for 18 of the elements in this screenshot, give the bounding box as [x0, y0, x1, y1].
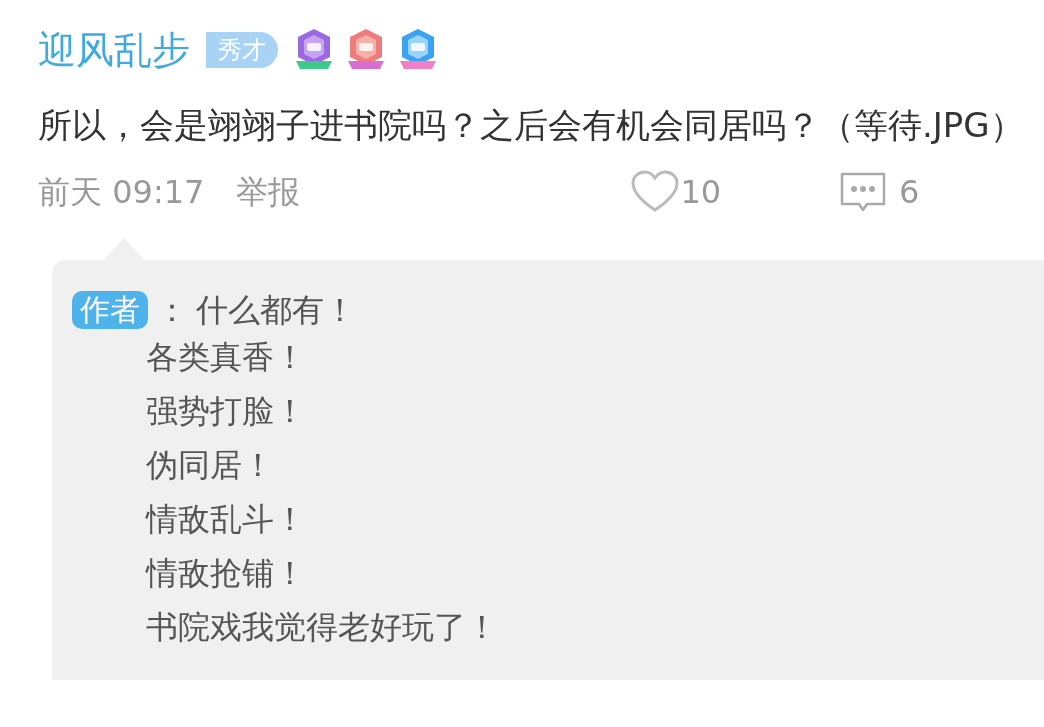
heart-icon[interactable]: [630, 170, 681, 214]
username[interactable]: 迎风乱步: [38, 24, 190, 76]
reply-line: 书院戏我觉得老好玩了！: [146, 607, 499, 648]
reply-line: 情敌乱斗！: [146, 499, 307, 540]
comment-count: 6: [899, 172, 920, 212]
reply-line: 强势打脸！: [146, 391, 307, 432]
comment-icon[interactable]: [839, 171, 888, 213]
reply-line: 伪同居！: [146, 445, 275, 486]
rank-badge: 秀才: [206, 32, 278, 68]
reply-line: 情敌抢铺！: [146, 553, 307, 594]
reply-line: 各类真香！: [146, 337, 307, 378]
author-tag: 作者: [72, 291, 148, 329]
report-link[interactable]: 举报: [236, 172, 301, 212]
timestamp: 前天 09:17: [38, 172, 205, 212]
comment-text: 所以，会是翊翊子进书院吗？之后会有机会同居吗？（等待.JPG）: [38, 104, 1025, 147]
colon-separator: ：: [156, 290, 188, 330]
reply-line: 什么都有！: [196, 290, 356, 330]
like-count: 10: [680, 172, 722, 212]
